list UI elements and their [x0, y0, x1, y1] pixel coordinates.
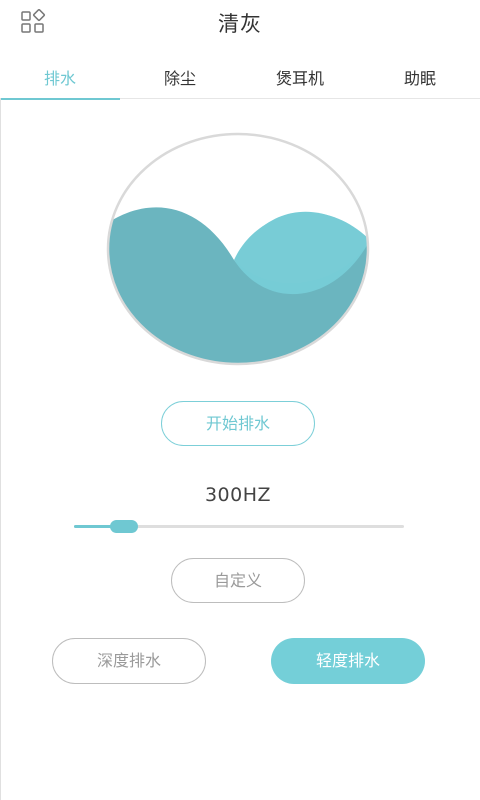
tab-sleep[interactable]: 助眠: [360, 62, 480, 98]
tab-dust[interactable]: 除尘: [120, 62, 240, 98]
slider-thumb[interactable]: [110, 520, 138, 533]
deep-drain-button[interactable]: 深度排水: [52, 638, 206, 684]
divider: [0, 98, 1, 800]
tab-burn-in-headphones[interactable]: 煲耳机: [240, 62, 360, 98]
light-drain-button[interactable]: 轻度排水: [271, 638, 425, 684]
frequency-slider[interactable]: [74, 517, 404, 537]
water-wave-icon: [106, 132, 370, 366]
header: 清灰: [0, 0, 480, 44]
tab-drain[interactable]: 排水: [0, 62, 120, 100]
page-title: 清灰: [218, 12, 262, 36]
tab-bar: 排水 除尘 煲耳机 助眠: [0, 62, 480, 100]
start-drain-button[interactable]: 开始排水: [161, 401, 315, 446]
custom-button[interactable]: 自定义: [171, 558, 305, 603]
frequency-label: 300HZ: [204, 484, 272, 506]
